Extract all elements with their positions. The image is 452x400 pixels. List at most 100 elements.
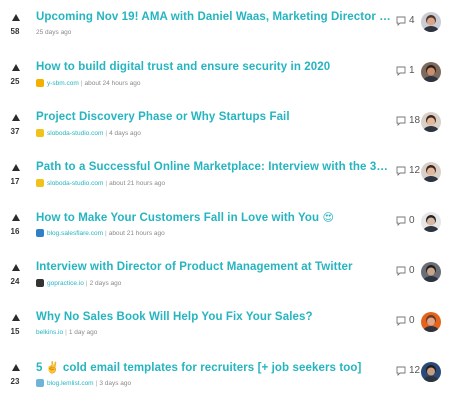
comments-link[interactable]: 4 xyxy=(396,15,415,26)
author-avatar-icon xyxy=(421,312,441,332)
source-favicon-icon xyxy=(36,379,44,387)
comments-link[interactable]: 1 xyxy=(396,65,415,76)
post-meta: belkins.io | 1 day ago xyxy=(36,329,97,336)
meta-separator: | xyxy=(95,379,98,387)
post-title-link[interactable]: Upcoming Nov 19! AMA with Daniel Waas, M… xyxy=(36,11,392,23)
comment-count: 18 xyxy=(409,115,421,126)
source-link[interactable]: gopractice.io xyxy=(47,280,84,287)
post-time: 3 days ago xyxy=(99,379,132,387)
upvote-arrow-icon[interactable] xyxy=(12,314,20,321)
post-time: 25 days ago xyxy=(36,29,72,36)
post-item: 16 How to Make Your Customers Fall in Lov… xyxy=(0,204,452,248)
meta-separator: | xyxy=(85,279,88,287)
vote-box: 16 xyxy=(0,204,30,248)
upvote-arrow-icon[interactable] xyxy=(12,14,20,21)
source-favicon-icon xyxy=(36,79,44,87)
post-title-text: Interview with Director of Product Manag… xyxy=(36,261,353,273)
author-avatar[interactable] xyxy=(421,262,441,282)
comments-link[interactable]: 18 xyxy=(396,115,420,126)
post-item: 58 Upcoming Nov 19! AMA with Daniel Waas,… xyxy=(0,4,452,48)
comment-bubble-icon xyxy=(396,166,406,176)
vote-box: 17 xyxy=(0,154,30,198)
vote-count: 16 xyxy=(10,227,20,236)
comment-count: 0 xyxy=(409,215,415,226)
post-title-link[interactable]: Why No Sales Book Will Help You Fix Your… xyxy=(36,311,392,323)
vote-count: 37 xyxy=(10,127,20,136)
comments-link[interactable]: 12 xyxy=(396,365,420,376)
comment-count: 12 xyxy=(409,165,421,176)
source-link[interactable]: y-sbm.com xyxy=(47,80,79,87)
vote-count: 58 xyxy=(10,27,20,36)
vote-box: 15 xyxy=(0,304,30,348)
comment-count: 0 xyxy=(409,315,415,326)
comment-bubble-icon xyxy=(396,266,406,276)
author-avatar[interactable] xyxy=(421,312,441,332)
author-avatar[interactable] xyxy=(421,62,441,82)
upvote-arrow-icon[interactable] xyxy=(12,214,20,221)
post-title-text: Path to a Successful Online Marketplace:… xyxy=(36,161,392,173)
comment-bubble-icon xyxy=(396,316,406,326)
post-meta: blog.salesflare.com | about 21 hours ago xyxy=(36,229,165,237)
vote-box: 37 xyxy=(0,104,30,148)
vote-box: 25 xyxy=(0,54,30,98)
comment-bubble-icon xyxy=(396,16,406,26)
vote-count: 25 xyxy=(10,77,20,86)
author-avatar-icon xyxy=(421,262,441,282)
vote-count: 23 xyxy=(10,377,20,386)
vote-box: 24 xyxy=(0,254,30,298)
comments-link[interactable]: 12 xyxy=(396,165,420,176)
post-time: 1 day ago xyxy=(68,329,98,336)
post-meta: blog.lemlist.com | 3 days ago xyxy=(36,379,131,387)
post-time: 2 days ago xyxy=(89,279,122,287)
upvote-arrow-icon[interactable] xyxy=(12,64,20,71)
post-meta: 25 days ago xyxy=(36,29,71,36)
source-link[interactable]: belkins.io xyxy=(36,329,63,336)
upvote-arrow-icon[interactable] xyxy=(12,264,20,271)
post-item: 25 How to build digital trust and ensure … xyxy=(0,54,452,98)
post-feed: 58 Upcoming Nov 19! AMA with Daniel Waas,… xyxy=(0,0,452,400)
upvote-arrow-icon[interactable] xyxy=(12,364,20,371)
post-meta: y-sbm.com | about 24 hours ago xyxy=(36,79,141,87)
author-avatar[interactable] xyxy=(421,112,441,132)
source-link[interactable]: blog.lemlist.com xyxy=(47,380,94,387)
comments-link[interactable]: 0 xyxy=(396,265,415,276)
source-link[interactable]: sloboda-studio.com xyxy=(47,180,103,187)
source-favicon-icon xyxy=(36,279,44,287)
author-avatar[interactable] xyxy=(421,212,441,232)
meta-separator: | xyxy=(80,79,83,87)
post-item: 17 Path to a Successful Online Marketplac… xyxy=(0,154,452,198)
post-title-link[interactable]: How to Make Your Customers Fall in Love … xyxy=(36,211,392,224)
comment-bubble-icon xyxy=(396,66,406,76)
post-title-link[interactable]: 5 ✌️ cold email templates for recruiters… xyxy=(36,361,392,374)
upvote-arrow-icon[interactable] xyxy=(12,114,20,121)
comments-link[interactable]: 0 xyxy=(396,315,415,326)
vote-count: 15 xyxy=(10,327,20,336)
author-avatar-icon xyxy=(421,12,441,32)
source-link[interactable]: blog.salesflare.com xyxy=(47,230,103,237)
post-title-link[interactable]: Path to a Successful Online Marketplace:… xyxy=(36,161,392,173)
author-avatar[interactable] xyxy=(421,12,441,32)
upvote-arrow-icon[interactable] xyxy=(12,164,20,171)
post-title-link[interactable]: Project Discovery Phase or Why Startups … xyxy=(36,111,392,123)
author-avatar[interactable] xyxy=(421,162,441,182)
post-title-text: How to build digital trust and ensure se… xyxy=(36,61,331,73)
comment-bubble-icon xyxy=(396,116,406,126)
meta-separator: | xyxy=(105,179,108,187)
author-avatar-icon xyxy=(421,362,441,382)
post-title-text: 5 xyxy=(36,362,43,374)
post-title-text: Project Discovery Phase or Why Startups … xyxy=(36,111,290,123)
source-favicon-icon xyxy=(36,179,44,187)
comments-link[interactable]: 0 xyxy=(396,215,415,226)
source-link[interactable]: sloboda-studio.com xyxy=(47,130,103,137)
post-item: 37 Project Discovery Phase or Why Startup… xyxy=(0,104,452,148)
comment-count: 12 xyxy=(409,365,421,376)
comment-count: 4 xyxy=(409,15,415,26)
post-title-link[interactable]: Interview with Director of Product Manag… xyxy=(36,261,392,273)
author-avatar-icon xyxy=(421,162,441,182)
post-title-text: How to Make Your Customers Fall in Love … xyxy=(36,212,320,224)
comment-bubble-icon xyxy=(396,216,406,226)
post-title-emoji: ✌️ xyxy=(45,362,60,374)
post-title-link[interactable]: How to build digital trust and ensure se… xyxy=(36,61,392,73)
post-meta: gopractice.io | 2 days ago xyxy=(36,279,121,287)
author-avatar[interactable] xyxy=(421,362,441,382)
